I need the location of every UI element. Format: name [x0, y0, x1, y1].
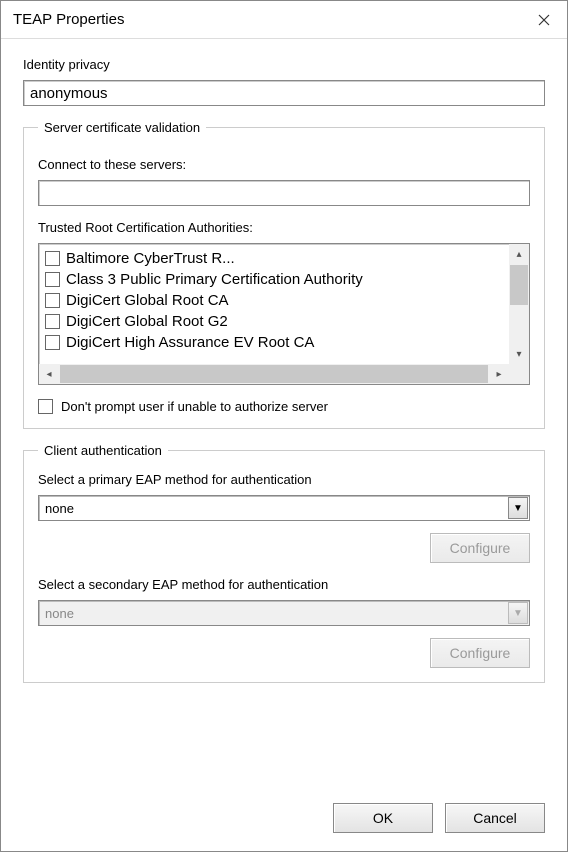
list-item[interactable]: DigiCert Global Root G2: [43, 311, 505, 332]
trusted-ca-listbox[interactable]: Baltimore CyberTrust R... Class 3 Public…: [38, 243, 530, 385]
connect-servers-input[interactable]: [38, 180, 530, 206]
primary-eap-label: Select a primary EAP method for authenti…: [38, 472, 530, 487]
chevron-right-icon[interactable]: ▸: [489, 364, 509, 384]
checkbox-icon[interactable]: [45, 293, 60, 308]
checkbox-icon[interactable]: [45, 251, 60, 266]
dont-prompt-label: Don't prompt user if unable to authorize…: [61, 399, 328, 414]
dialog-content: Identity privacy Server certificate vali…: [1, 39, 567, 793]
secondary-eap-dropdown: none ▼: [38, 600, 530, 626]
scrollbar-corner: [509, 364, 529, 384]
identity-label: Identity privacy: [23, 57, 545, 72]
primary-eap-dropdown[interactable]: none ▼: [38, 495, 530, 521]
chevron-down-icon[interactable]: ▾: [509, 344, 529, 364]
list-item-label: DigiCert High Assurance EV Root CA: [66, 334, 314, 351]
titlebar: TEAP Properties: [1, 1, 567, 39]
cancel-button[interactable]: Cancel: [445, 803, 545, 833]
dont-prompt-row[interactable]: Don't prompt user if unable to authorize…: [38, 399, 530, 414]
close-icon[interactable]: [521, 1, 567, 39]
checkbox-icon[interactable]: [45, 314, 60, 329]
checkbox-icon[interactable]: [45, 272, 60, 287]
list-item-label: DigiCert Global Root G2: [66, 313, 228, 330]
chevron-down-icon[interactable]: ▼: [508, 497, 528, 519]
list-item[interactable]: Class 3 Public Primary Certification Aut…: [43, 269, 505, 290]
secondary-configure-button: Configure: [430, 638, 530, 668]
checkbox-icon[interactable]: [38, 399, 53, 414]
list-item[interactable]: Baltimore CyberTrust R...: [43, 248, 505, 269]
vertical-scrollbar[interactable]: ▴ ▾: [509, 244, 529, 364]
chevron-down-icon: ▼: [508, 602, 528, 624]
client-auth-group: Client authentication Select a primary E…: [23, 443, 545, 683]
connect-servers-label: Connect to these servers:: [38, 157, 530, 172]
trusted-ca-items: Baltimore CyberTrust R... Class 3 Public…: [39, 244, 509, 364]
chevron-up-icon[interactable]: ▴: [509, 244, 529, 264]
dialog-footer: OK Cancel: [1, 793, 567, 851]
server-validation-group: Server certificate validation Connect to…: [23, 120, 545, 429]
client-auth-legend: Client authentication: [38, 443, 168, 458]
list-item-label: Class 3 Public Primary Certification Aut…: [66, 271, 363, 288]
list-item-label: Baltimore CyberTrust R...: [66, 250, 235, 267]
horizontal-scrollbar[interactable]: ◂ ▸: [39, 364, 509, 384]
chevron-left-icon[interactable]: ◂: [39, 364, 59, 384]
list-item-label: DigiCert Global Root CA: [66, 292, 229, 309]
checkbox-icon[interactable]: [45, 335, 60, 350]
trusted-ca-label: Trusted Root Certification Authorities:: [38, 220, 530, 235]
dropdown-value: none: [39, 501, 80, 516]
scrollbar-thumb[interactable]: [510, 265, 528, 305]
primary-configure-button: Configure: [430, 533, 530, 563]
secondary-eap-label: Select a secondary EAP method for authen…: [38, 577, 530, 592]
dropdown-value: none: [39, 606, 80, 621]
window-title: TEAP Properties: [13, 11, 124, 28]
scrollbar-thumb[interactable]: [60, 365, 488, 383]
list-item[interactable]: DigiCert High Assurance EV Root CA: [43, 332, 505, 353]
server-validation-legend: Server certificate validation: [38, 120, 206, 135]
list-item[interactable]: DigiCert Global Root CA: [43, 290, 505, 311]
identity-input[interactable]: [23, 80, 545, 106]
ok-button[interactable]: OK: [333, 803, 433, 833]
